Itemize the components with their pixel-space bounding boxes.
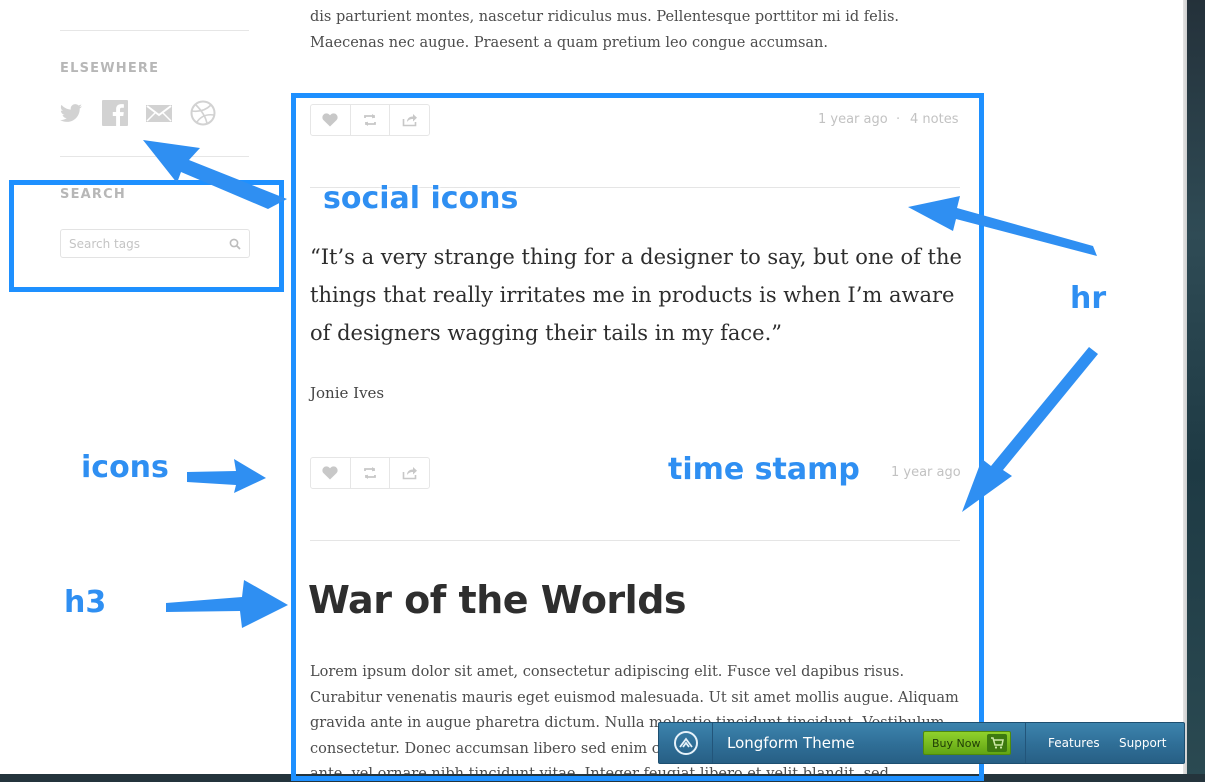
annotation-arrow <box>187 459 266 493</box>
theme-name[interactable]: Longform Theme <box>727 734 855 752</box>
theme-logo-button[interactable] <box>659 723 713 763</box>
annotation-label: icons <box>81 450 169 485</box>
annotation-arrow <box>166 580 288 628</box>
annotation-label: time stamp <box>668 452 860 487</box>
dribbble-icon[interactable] <box>190 100 216 126</box>
social-icons <box>58 100 216 126</box>
features-link[interactable]: Features <box>1048 736 1100 750</box>
sidebar-divider <box>60 156 249 157</box>
theme-logo-icon <box>673 731 698 755</box>
twitter-icon[interactable] <box>58 100 84 126</box>
annotation-highlight-box <box>9 180 284 292</box>
buy-now-label: Buy Now <box>932 736 981 750</box>
facebook-icon[interactable] <box>102 100 128 126</box>
theme-bar-divider <box>1025 723 1026 763</box>
post-body-text: dis parturient montes, nascetur ridiculu… <box>310 9 900 51</box>
annotation-label: social icons <box>323 181 519 216</box>
support-link[interactable]: Support <box>1119 736 1166 750</box>
theme-promo-bar: Longform Theme Buy Now Features Support <box>658 722 1185 764</box>
desktop-background <box>1187 0 1205 782</box>
mail-icon[interactable] <box>146 100 172 126</box>
sidebar-divider <box>60 30 249 31</box>
annotation-label: h3 <box>64 585 107 620</box>
elsewhere-heading: ELSEWHERE <box>60 61 160 76</box>
buy-now-button[interactable]: Buy Now <box>923 731 1011 755</box>
annotation-label: hr <box>1070 281 1107 316</box>
cart-icon <box>987 734 1007 752</box>
